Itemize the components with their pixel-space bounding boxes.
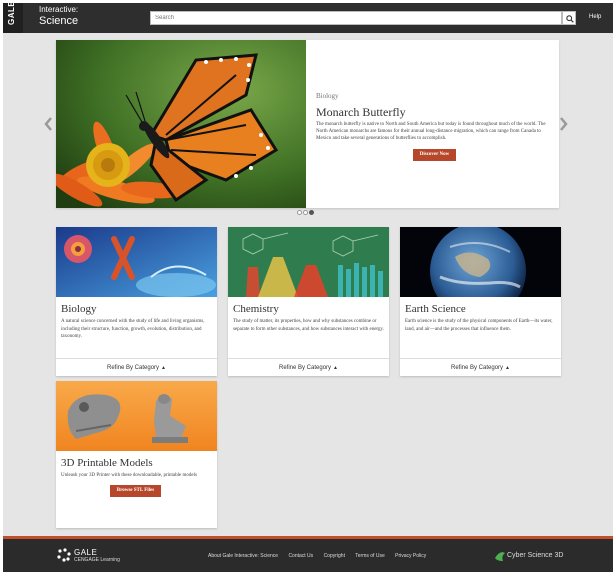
carousel-dot-1[interactable]: [297, 210, 302, 215]
card-title: Chemistry: [233, 303, 279, 315]
card-description: A natural science concerned with the stu…: [61, 319, 205, 339]
biology-illustration: [56, 227, 217, 297]
butterfly-illustration: [56, 40, 306, 208]
refine-label: Refine By Category: [107, 365, 160, 371]
card-description: The study of matter, its properties, how…: [233, 319, 384, 332]
site-footer: GALE CENGAGE Learning About Gale Interac…: [3, 539, 613, 572]
top-header: GALE Interactive: Science Help: [3, 3, 613, 33]
logo-sub-text: CENGAGE Learning: [74, 557, 120, 563]
cyber-science-3d-logo[interactable]: Cyber Science 3D: [493, 549, 563, 568]
card-title: Biology: [61, 303, 97, 315]
refine-by-category-button[interactable]: Refine By Category ▲: [56, 358, 217, 376]
partner-text: Cyber Science 3D: [507, 552, 564, 559]
slide-title: Monarch Butterfly: [316, 105, 406, 119]
footer-link-about[interactable]: About Gale Interactive: Science: [208, 553, 278, 559]
slide-description: The monarch butterfly is native to North…: [316, 122, 546, 141]
carousel-prev-icon[interactable]: [43, 116, 53, 132]
help-link[interactable]: Help: [589, 14, 601, 20]
card-title: Earth Science: [405, 303, 466, 315]
chevron-up-icon: ▲: [161, 365, 166, 371]
earth-science-image[interactable]: [400, 227, 561, 297]
card-title: 3D Printable Models: [61, 457, 153, 469]
refine-by-category-button[interactable]: Refine By Category ▲: [228, 358, 389, 376]
chevron-up-icon: ▲: [333, 365, 338, 371]
footer-link-terms[interactable]: Terms of Use: [355, 553, 384, 559]
card-3d-printable-models[interactable]: 3D Printable Models Unleash your 3D Prin…: [56, 381, 217, 528]
search-icon: [566, 15, 574, 23]
carousel-dot-2[interactable]: [303, 210, 308, 215]
chemistry-illustration: [228, 227, 389, 297]
browse-stl-files-button[interactable]: Browse STL Files: [110, 485, 161, 497]
discover-now-button[interactable]: Discover Now: [413, 149, 456, 161]
monarch-butterfly-image[interactable]: [56, 40, 306, 208]
footer-link-contact[interactable]: Contact Us: [288, 553, 313, 559]
carousel-next-icon[interactable]: [559, 116, 569, 132]
card-description: Earth science is the study of the physic…: [405, 319, 553, 332]
app-title-line2: Science: [39, 14, 79, 27]
gale-logo-icon: [57, 548, 71, 562]
slide-category: Biology: [316, 92, 339, 100]
app-title[interactable]: Interactive: Science: [39, 5, 79, 27]
earth-illustration: [400, 227, 561, 297]
card-biology[interactable]: Biology A natural science concerned with…: [56, 227, 217, 376]
card-chemistry[interactable]: Chemistry The study of matter, its prope…: [228, 227, 389, 376]
3d-models-illustration: [56, 381, 217, 451]
refine-label: Refine By Category: [279, 365, 332, 371]
biology-image[interactable]: [56, 227, 217, 297]
refine-by-category-button[interactable]: Refine By Category ▲: [400, 358, 561, 376]
card-earth-science[interactable]: Earth Science Earth science is the study…: [400, 227, 561, 376]
3d-models-image[interactable]: [56, 381, 217, 451]
footer-links: About Gale Interactive: Science Contact …: [208, 553, 435, 559]
gale-cengage-logo[interactable]: GALE CENGAGE Learning: [57, 548, 120, 567]
featured-carousel: Biology Monarch Butterfly The monarch bu…: [56, 40, 559, 208]
app-title-line1: Interactive:: [39, 5, 79, 14]
search-button[interactable]: [562, 11, 576, 25]
cyber-science-icon: [495, 552, 505, 561]
chevron-up-icon: ▲: [505, 365, 510, 371]
footer-link-privacy[interactable]: Privacy Policy: [395, 553, 426, 559]
page-frame: GALE Interactive: Science Help: [3, 3, 613, 572]
gale-brand-tab[interactable]: GALE: [3, 3, 23, 33]
footer-link-copyright[interactable]: Copyright: [324, 553, 345, 559]
carousel-dot-3[interactable]: [309, 210, 314, 215]
chemistry-image[interactable]: [228, 227, 389, 297]
refine-label: Refine By Category: [451, 365, 504, 371]
slide-text-panel: Biology Monarch Butterfly The monarch bu…: [316, 40, 552, 208]
card-description: Unleash your 3D Printer with these downl…: [61, 473, 197, 478]
search-input[interactable]: [150, 11, 562, 25]
gale-brand-text: GALE: [7, 3, 16, 25]
logo-main-text: GALE: [74, 548, 98, 557]
